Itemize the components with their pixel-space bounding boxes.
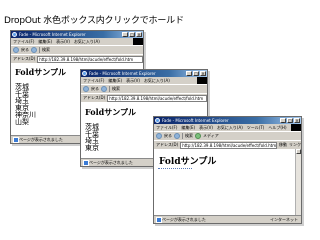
- menu-view[interactable]: 表示(V): [56, 38, 70, 45]
- media-icon[interactable]: [195, 133, 201, 139]
- fold-line: [158, 168, 192, 169]
- back-icon[interactable]: [13, 47, 19, 53]
- menu-favorites[interactable]: お気に入り(A): [217, 124, 243, 131]
- forward-icon[interactable]: [31, 47, 37, 53]
- title-bar[interactable]: Fade - Microsoft Internet Explorer _ □ ×: [11, 31, 143, 38]
- vertical-scrollbar[interactable]: [295, 149, 301, 222]
- address-input[interactable]: http://182.39.8.198/html/acude/effect/fo…: [180, 141, 277, 149]
- search-label[interactable]: 検索: [185, 133, 193, 139]
- toolbar-divider: [39, 47, 40, 53]
- address-input[interactable]: http://182.39.8.198/html/acude/effect/fo…: [37, 55, 143, 63]
- address-bar: アドレス(D) http://182.39.8.198/html/acude/e…: [154, 140, 301, 149]
- back-icon[interactable]: [156, 133, 162, 139]
- windows-logo: [133, 38, 143, 45]
- back-icon[interactable]: [83, 86, 89, 92]
- links-label[interactable]: リンク: [289, 142, 301, 148]
- window-title: Fade - Microsoft Internet Explorer: [19, 32, 86, 37]
- back-label[interactable]: 戻る: [91, 86, 99, 92]
- internet-zone-label: インターネット: [270, 217, 298, 222]
- address-label: アドレス(D): [13, 56, 36, 61]
- status-text: ページが表示されました: [162, 217, 206, 222]
- status-text: ページが表示されました: [89, 160, 133, 165]
- menu-bar: ファイル(F) 編集(E) 表示(V) お気に入り(A): [81, 77, 207, 84]
- back-label[interactable]: 戻る: [164, 133, 172, 139]
- back-label[interactable]: 戻る: [21, 47, 29, 53]
- fold-heading[interactable]: Foldサンプル: [159, 154, 301, 167]
- scroll-up-arrow[interactable]: [296, 149, 301, 154]
- minimize-button[interactable]: _: [186, 71, 192, 76]
- menu-edit[interactable]: 編集(E): [181, 124, 195, 131]
- page-icon: [156, 217, 162, 223]
- media-label[interactable]: メディア: [203, 133, 219, 139]
- menu-file[interactable]: ファイル(F): [13, 38, 34, 45]
- menu-file[interactable]: ファイル(F): [156, 124, 177, 131]
- page-icon: [83, 160, 89, 166]
- status-bar: ページが表示されました インターネット: [154, 215, 301, 223]
- menu-help[interactable]: ヘルプ(H): [268, 124, 286, 131]
- close-button[interactable]: ×: [200, 71, 206, 76]
- browser-window-3: Fade - Microsoft Internet Explorer _ □ × フ…: [153, 116, 302, 224]
- address-label: アドレス(D): [83, 95, 106, 100]
- window-title: Fade - Microsoft Internet Explorer: [162, 118, 229, 123]
- close-button[interactable]: ×: [136, 32, 142, 37]
- forward-icon[interactable]: [101, 86, 107, 92]
- title-bar[interactable]: Fade - Microsoft Internet Explorer _ □ ×: [154, 117, 301, 124]
- menu-file[interactable]: ファイル(F): [83, 77, 104, 84]
- maximize-button[interactable]: □: [129, 32, 135, 37]
- window-title: Fade - Microsoft Internet Explorer: [89, 71, 156, 76]
- status-text: ページが表示されました: [19, 137, 63, 142]
- forward-icon[interactable]: [174, 133, 180, 139]
- address-input[interactable]: http://182.39.8.198/html/acude/effect/fo…: [107, 94, 207, 102]
- toolbar: 戻る 検索 メディア: [154, 131, 301, 140]
- menu-view[interactable]: 表示(V): [199, 124, 213, 131]
- minimize-button[interactable]: _: [280, 118, 286, 123]
- menu-edit[interactable]: 編集(E): [38, 38, 52, 45]
- menu-favorites[interactable]: お気に入り(A): [144, 77, 170, 84]
- page-title: DropOut 水色ボックス内クリックでホールド: [4, 16, 184, 26]
- ie-icon: [155, 118, 160, 123]
- ie-icon: [12, 32, 17, 37]
- search-label[interactable]: 検索: [42, 47, 50, 53]
- page-content: Foldサンプル: [154, 149, 301, 222]
- menu-bar: ファイル(F) 編集(E) 表示(V) お気に入り(A) ツール(T) ヘルプ(…: [154, 124, 301, 131]
- maximize-button[interactable]: □: [287, 118, 293, 123]
- toolbar: 戻る 検索: [11, 45, 143, 54]
- menu-favorites[interactable]: お気に入り(A): [74, 38, 100, 45]
- menu-bar: ファイル(F) 編集(E) 表示(V) お気に入り(A): [11, 38, 143, 45]
- address-bar: アドレス(D) http://182.39.8.198/html/acude/e…: [81, 93, 207, 102]
- menu-view[interactable]: 表示(V): [126, 77, 140, 84]
- menu-edit[interactable]: 編集(E): [108, 77, 122, 84]
- ie-icon: [82, 71, 87, 76]
- menu-tools[interactable]: ツール(T): [247, 124, 265, 131]
- page-icon: [13, 137, 19, 143]
- minimize-button[interactable]: _: [122, 32, 128, 37]
- toolbar: 戻る 検索: [81, 84, 207, 93]
- title-bar[interactable]: Fade - Microsoft Internet Explorer _ □ ×: [81, 70, 207, 77]
- address-label: アドレス(D): [156, 142, 179, 147]
- toolbar-divider: [182, 133, 183, 139]
- search-label[interactable]: 検索: [112, 86, 120, 92]
- windows-logo: [197, 77, 207, 84]
- windows-logo: [291, 124, 301, 131]
- toolbar-divider: [109, 86, 110, 92]
- close-button[interactable]: ×: [294, 118, 300, 123]
- go-button[interactable]: 移動: [279, 142, 287, 148]
- address-bar: アドレス(D) http://182.39.8.198/html/acude/e…: [11, 54, 143, 63]
- maximize-button[interactable]: □: [193, 71, 199, 76]
